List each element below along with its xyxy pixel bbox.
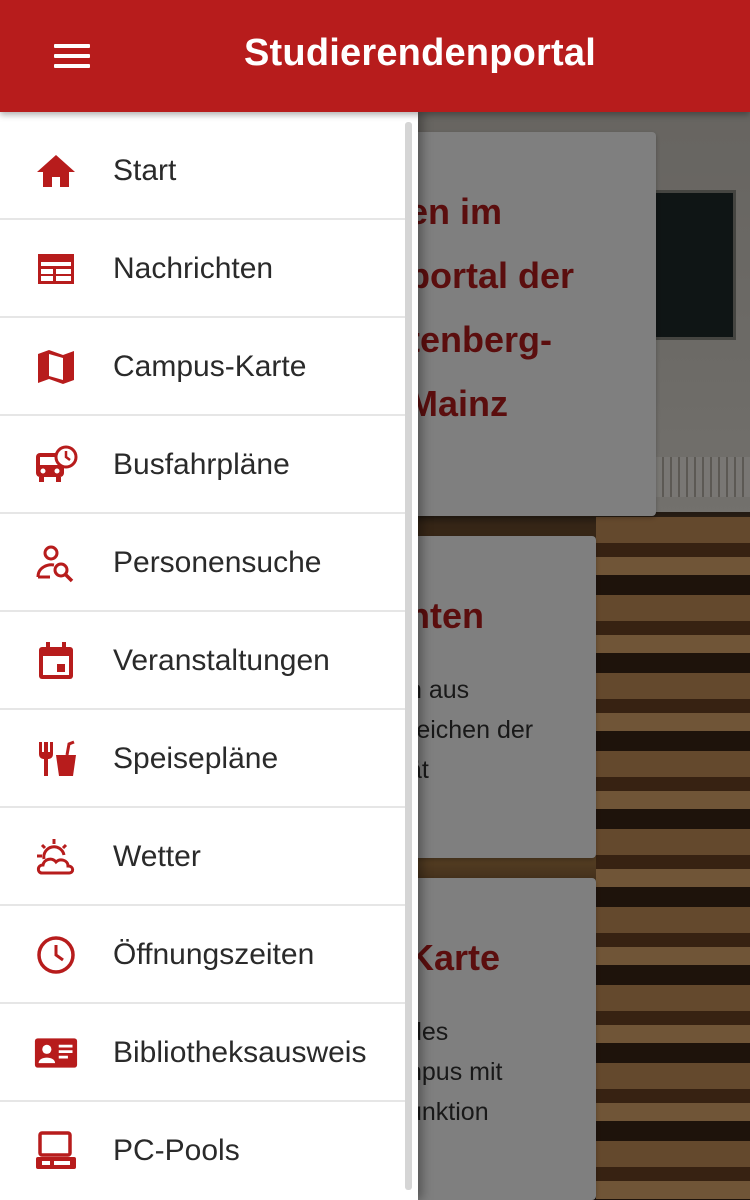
nav-item-start[interactable]: Start: [0, 122, 418, 220]
newspaper-icon: [34, 249, 78, 289]
nav-item-label: Wetter: [113, 840, 201, 873]
nav-item-label: Speisepläne: [113, 742, 279, 775]
nav-item-pc-pools[interactable]: PC-Pools: [0, 1102, 418, 1200]
app-bar: Studierendenportal: [0, 0, 750, 112]
id-card-icon: [34, 1033, 78, 1073]
nav-item-label: Campus-Karte: [113, 350, 307, 383]
nav-item-label: Start: [113, 154, 177, 187]
nav-item-label: Bibliotheksausweis: [113, 1036, 367, 1069]
home-icon: [34, 151, 78, 191]
computer-icon: [34, 1131, 78, 1171]
nav-item-veranstaltungen[interactable]: Veranstaltungen: [0, 612, 418, 710]
nav-item-label: Nachrichten: [113, 252, 274, 285]
nav-item-personensuche[interactable]: Personensuche: [0, 514, 418, 612]
drawer-scrollbar[interactable]: [405, 122, 412, 1190]
menu-icon[interactable]: [44, 30, 100, 82]
clock-icon: [34, 935, 78, 975]
bus-clock-icon: [34, 445, 78, 485]
calendar-icon: [34, 641, 78, 681]
nav-item-label: Personensuche: [113, 546, 322, 579]
nav-item-busfahrplaene[interactable]: Busfahrpläne: [0, 416, 418, 514]
nav-item-label: PC-Pools: [113, 1134, 240, 1167]
food-drink-icon: [34, 739, 78, 779]
nav-item-wetter[interactable]: Wetter: [0, 808, 418, 906]
nav-item-oeffnungszeiten[interactable]: Öffnungszeiten: [0, 906, 418, 1004]
nav-item-label: Öffnungszeiten: [113, 938, 315, 971]
nav-item-bibliotheksausweis[interactable]: Bibliotheksausweis: [0, 1004, 418, 1102]
person-search-icon: [34, 543, 78, 583]
app-title: Studierendenportal: [244, 32, 596, 74]
nav-item-label: Busfahrpläne: [113, 448, 290, 481]
nav-item-speiseplaene[interactable]: Speisepläne: [0, 710, 418, 808]
map-icon: [34, 347, 78, 387]
navigation-drawer: Start Nachrichten Campus-Karte Busfahrpl…: [0, 112, 418, 1200]
nav-item-nachrichten[interactable]: Nachrichten: [0, 220, 418, 318]
weather-icon: [34, 837, 78, 877]
nav-item-campus-karte[interactable]: Campus-Karte: [0, 318, 418, 416]
nav-item-label: Veranstaltungen: [113, 644, 330, 677]
